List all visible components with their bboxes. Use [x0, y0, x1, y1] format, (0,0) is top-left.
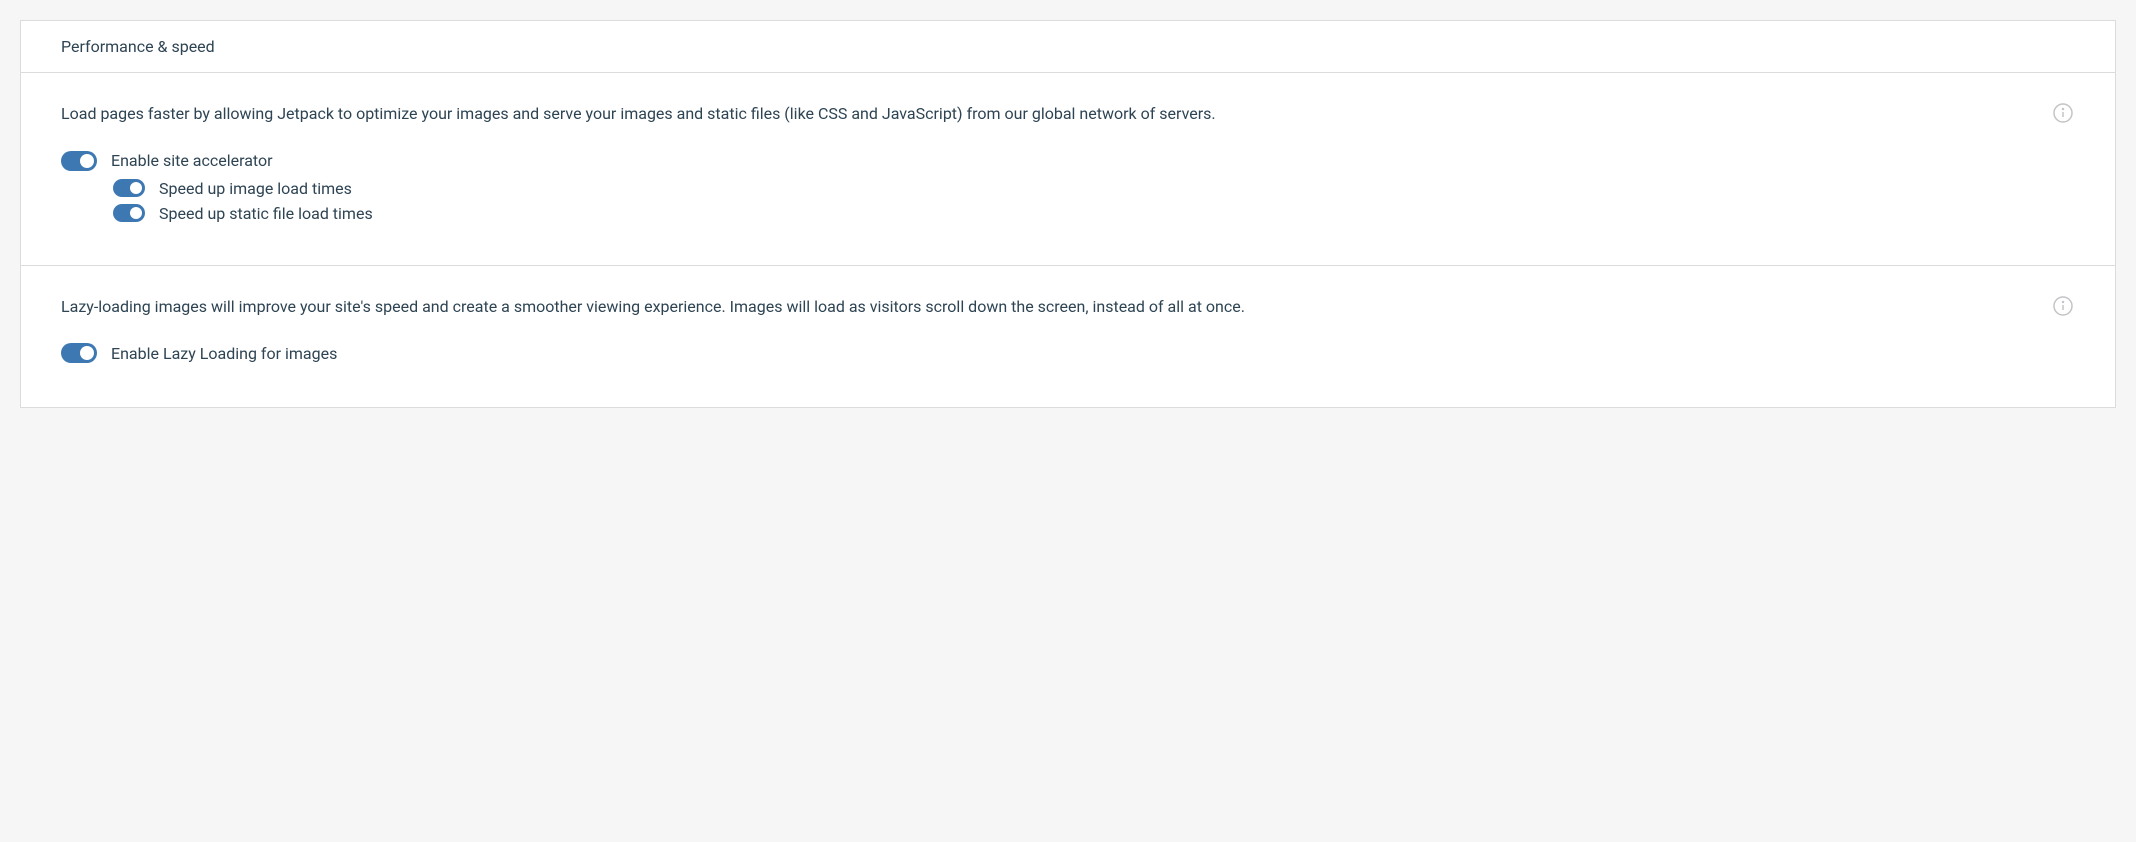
info-icon[interactable]: [2051, 294, 2075, 318]
performance-speed-card: Performance & speed Load pages faster by…: [20, 20, 2116, 408]
card-header: Performance & speed: [21, 21, 2115, 73]
enable-lazy-loading-toggle[interactable]: [61, 343, 97, 363]
card-title: Performance & speed: [61, 37, 215, 56]
info-icon[interactable]: [2051, 101, 2075, 125]
speed-up-images-row: Speed up image load times: [113, 179, 2075, 198]
speed-up-images-toggle[interactable]: [113, 179, 145, 197]
accelerator-description: Load pages faster by allowing Jetpack to…: [61, 101, 2075, 127]
speed-up-images-label: Speed up image load times: [159, 179, 352, 198]
enable-lazy-loading-row: Enable Lazy Loading for images: [61, 343, 2075, 363]
speed-up-static-toggle[interactable]: [113, 204, 145, 222]
enable-site-accelerator-label: Enable site accelerator: [111, 151, 273, 170]
site-accelerator-panel: Load pages faster by allowing Jetpack to…: [21, 73, 2115, 265]
enable-site-accelerator-toggle[interactable]: [61, 151, 97, 171]
accelerator-sub-toggles: Speed up image load times Speed up stati…: [113, 179, 2075, 223]
lazy-loading-panel: Lazy-loading images will improve your si…: [21, 265, 2115, 408]
speed-up-static-label: Speed up static file load times: [159, 204, 373, 223]
enable-lazy-loading-label: Enable Lazy Loading for images: [111, 344, 337, 363]
lazy-loading-description: Lazy-loading images will improve your si…: [61, 294, 2075, 320]
enable-site-accelerator-row: Enable site accelerator: [61, 151, 2075, 171]
speed-up-static-row: Speed up static file load times: [113, 204, 2075, 223]
